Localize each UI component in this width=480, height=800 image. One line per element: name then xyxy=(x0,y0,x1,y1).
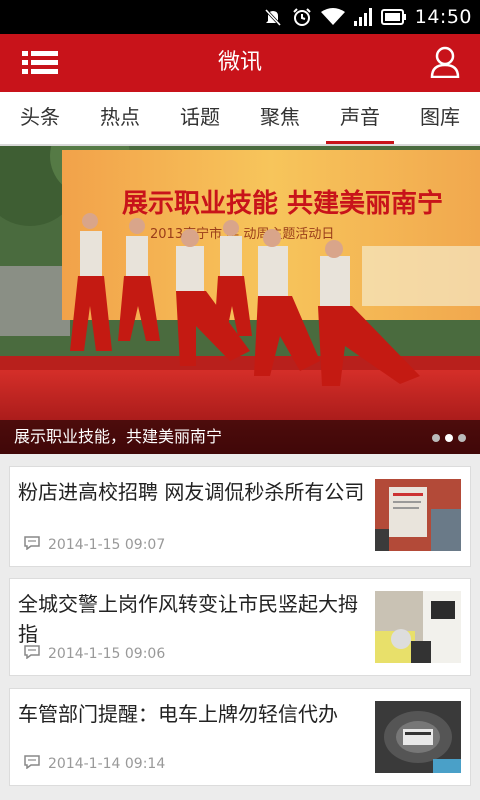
user-icon xyxy=(430,46,460,82)
banner-text: 展示职业技能 共建美丽南宁 xyxy=(122,188,443,219)
banner-subtext: 2013南宁市 学 动周主题活动日 xyxy=(150,226,334,242)
category-tabs: 头条 热点 话题 聚焦 声音 图库 xyxy=(0,92,480,144)
news-item[interactable]: 车管部门提醒：电车上牌勿轻信代办 2014-1-14 09:14 xyxy=(9,688,471,786)
news-time: 2014-1-14 09:14 xyxy=(48,756,166,772)
news-item[interactable]: 粉店进高校招聘 网友调侃秒杀所有公司 2014-1-15 09:07 xyxy=(9,466,471,567)
slide-dot[interactable] xyxy=(432,434,440,442)
news-meta: 2014-1-15 09:07 xyxy=(24,536,165,554)
comment-icon xyxy=(24,536,40,554)
news-time: 2014-1-15 09:07 xyxy=(48,537,166,553)
mute-icon xyxy=(263,7,283,27)
news-meta: 2014-1-15 09:06 xyxy=(24,645,165,663)
comment-icon xyxy=(24,755,40,773)
tab-huati[interactable]: 话题 xyxy=(160,92,240,144)
comment-icon xyxy=(24,645,40,663)
slide-indicator xyxy=(432,434,466,442)
tab-toutiao[interactable]: 头条 xyxy=(0,92,80,144)
news-title: 车管部门提醒：电车上牌勿轻信代办 xyxy=(18,702,338,726)
slide-dot-active[interactable] xyxy=(445,434,453,442)
user-button[interactable] xyxy=(430,46,460,79)
news-thumbnail xyxy=(375,591,461,663)
hero-image: 展示职业技能 共建美丽南宁 2013南宁市 学 动周主题活动日 xyxy=(0,146,480,454)
news-meta: 2014-1-14 09:14 xyxy=(24,755,165,773)
news-thumbnail xyxy=(375,701,461,773)
slide-dot[interactable] xyxy=(458,434,466,442)
news-thumbnail xyxy=(375,479,461,551)
news-title: 全城交警上岗作风转变让市民竖起大拇指 xyxy=(18,592,358,646)
hero-slider[interactable]: 展示职业技能 共建美丽南宁 2013南宁市 学 动周主题活动日 展示职业技能，共… xyxy=(0,146,480,454)
tab-redian[interactable]: 热点 xyxy=(80,92,160,144)
hero-caption: 展示职业技能，共建美丽南宁 xyxy=(0,420,480,454)
news-title: 粉店进高校招聘 网友调侃秒杀所有公司 xyxy=(18,480,365,504)
tab-jujiao[interactable]: 聚焦 xyxy=(240,92,320,144)
tab-tuku[interactable]: 图库 xyxy=(400,92,480,144)
status-time: 14:50 xyxy=(414,6,472,28)
page-title: 微讯 xyxy=(217,50,262,75)
alarm-icon xyxy=(291,6,313,28)
wifi-icon xyxy=(320,7,345,27)
news-item[interactable]: 全城交警上岗作风转变让市民竖起大拇指 2014-1-15 09:06 xyxy=(9,578,471,676)
tab-shengyin[interactable]: 声音 xyxy=(320,92,400,144)
battery-icon xyxy=(380,8,407,26)
signal-icon xyxy=(353,7,373,27)
status-bar: 14:50 xyxy=(0,0,480,34)
app-header: 微讯 xyxy=(0,34,480,92)
news-time: 2014-1-15 09:06 xyxy=(48,646,166,662)
